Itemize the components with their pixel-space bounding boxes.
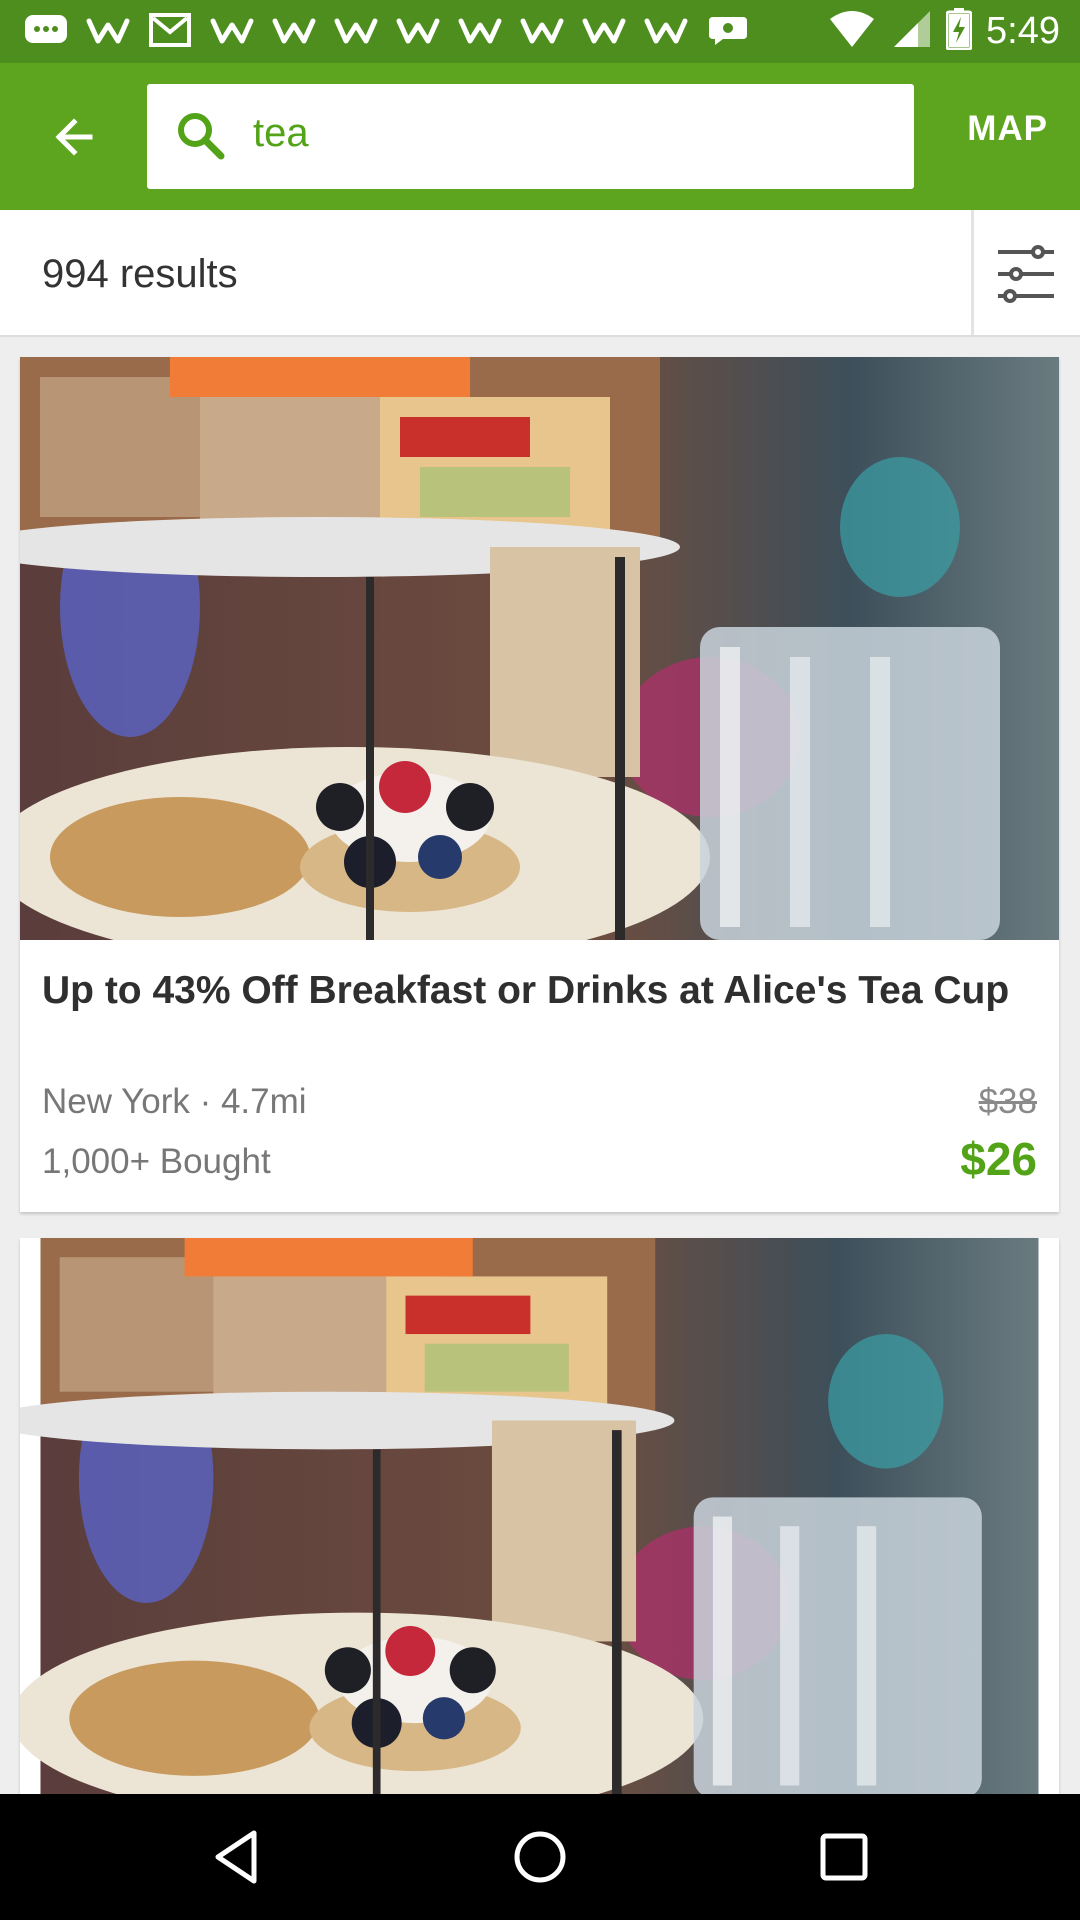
deal-title: Up to 43% Off Breakfast or Drinks at Ali… (42, 969, 1010, 1012)
status-bar: 5:49 (0, 0, 1080, 63)
deal-card[interactable]: Up to 43% Off Breakfast or Drinks at Ali… (20, 357, 1059, 1212)
results-count: 994 results (42, 252, 238, 296)
deal-image (20, 1238, 1059, 1798)
deal-bought-count: 1,000+ Bought (42, 1142, 271, 1181)
search-input[interactable]: tea (147, 84, 914, 189)
app-w-icon (642, 10, 690, 50)
deal-price: $26 (960, 1133, 1037, 1185)
gmail-icon (146, 10, 194, 50)
map-button[interactable]: MAP (967, 109, 1048, 149)
filter-sliders-icon[interactable] (990, 238, 1062, 310)
back-button[interactable] (40, 103, 108, 171)
battery-charging-icon (945, 8, 973, 55)
notification-icons (22, 10, 752, 50)
deal-image (20, 357, 1059, 940)
messages-icon (22, 10, 70, 50)
app-w-icon (394, 10, 442, 50)
deal-location: New York · 4.7mi (42, 1082, 307, 1121)
app-w-icon (456, 10, 504, 50)
search-query: tea (253, 111, 309, 155)
system-nav-bar (0, 1794, 1080, 1920)
results-bar: 994 results (0, 210, 1080, 337)
app-w-icon (580, 10, 628, 50)
chat-bubble-icon (704, 10, 752, 50)
app-w-icon (208, 10, 256, 50)
app-bar: tea MAP (0, 63, 1080, 210)
back-arrow-icon (55, 118, 93, 156)
nav-back-icon[interactable] (204, 1825, 268, 1889)
original-price: $38 (978, 1082, 1037, 1121)
deal-card[interactable] (20, 1238, 1059, 1798)
clock: 5:49 (986, 10, 1060, 52)
divider (971, 210, 974, 335)
app-w-icon (518, 10, 566, 50)
app-w-icon (332, 10, 380, 50)
wifi-icon (828, 9, 876, 54)
nav-home-icon[interactable] (508, 1825, 572, 1889)
app-w-icon (84, 10, 132, 50)
signal-icon (890, 9, 932, 54)
nav-recents-icon[interactable] (812, 1825, 876, 1889)
app-w-icon (270, 10, 318, 50)
system-status: 5:49 (828, 8, 1060, 55)
search-icon (178, 113, 225, 160)
